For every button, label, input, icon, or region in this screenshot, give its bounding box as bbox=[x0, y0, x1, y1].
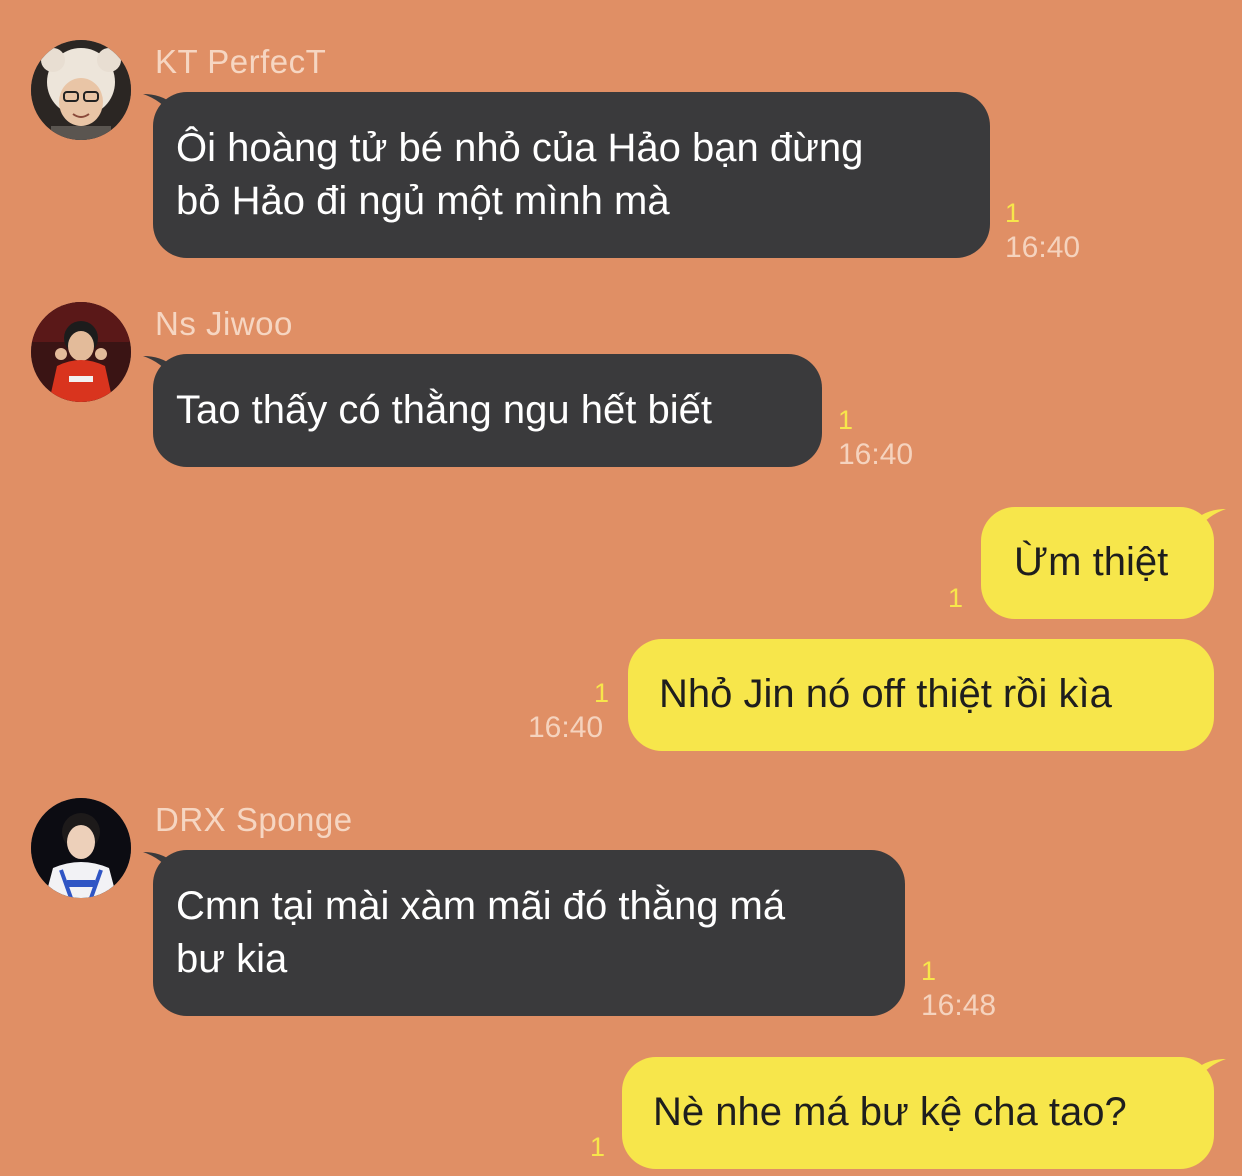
unread-count: 1 bbox=[948, 583, 964, 613]
unread-count: 1 bbox=[594, 678, 610, 708]
message-bubble[interactable]: Ôi hoàng tử bé nhỏ của Hảo bạn đừng bỏ H… bbox=[153, 92, 990, 258]
message-text-line: Ừm thiệt bbox=[1014, 540, 1169, 584]
message-bubble[interactable]: Nè nhe má bư kệ cha tao? bbox=[622, 1057, 1214, 1169]
message-text-line: bỏ Hảo đi ngủ một mình mà bbox=[176, 179, 670, 223]
bubble-tail bbox=[1196, 509, 1226, 531]
unread-count: 1 bbox=[921, 956, 937, 986]
bubble-tail bbox=[1196, 1059, 1226, 1081]
message-bubble[interactable]: Cmn tại mài xàm mãi đó thằng má bư kia bbox=[153, 850, 905, 1016]
avatar-ns-jiwoo[interactable] bbox=[31, 302, 131, 402]
message-text-line: Nhỏ Jin nó off thiệt rồi kìa bbox=[659, 672, 1112, 716]
sender-name: DRX Sponge bbox=[155, 801, 353, 838]
message-time: 16:48 bbox=[921, 989, 997, 1022]
message-text-line: Cmn tại mài xàm mãi đó thằng má bbox=[176, 884, 786, 928]
avatar-kt-perfect-icon bbox=[31, 40, 131, 140]
unread-count: 1 bbox=[1005, 198, 1021, 228]
sender-name: Ns Jiwoo bbox=[155, 305, 293, 342]
unread-count: 1 bbox=[590, 1132, 606, 1162]
avatar-ns-jiwoo-icon bbox=[31, 302, 131, 402]
message-time: 16:40 bbox=[838, 438, 914, 471]
sender-name: KT PerfecT bbox=[155, 43, 327, 80]
message-bubble[interactable]: Ừm thiệt bbox=[981, 507, 1214, 619]
message-bubble[interactable]: Tao thấy có thằng ngu hết biết bbox=[153, 354, 822, 467]
avatar-kt-perfect[interactable] bbox=[31, 40, 131, 140]
message-text-line: Tao thấy có thằng ngu hết biết bbox=[176, 388, 712, 432]
message-bubble[interactable]: Nhỏ Jin nó off thiệt rồi kìa bbox=[628, 639, 1214, 751]
avatar-drx-sponge-icon bbox=[31, 798, 131, 898]
message-text-line: Nè nhe má bư kệ cha tao? bbox=[653, 1090, 1127, 1134]
message-text-line: bư kia bbox=[176, 937, 288, 981]
message-text-line: Ôi hoàng tử bé nhỏ của Hảo bạn đừng bbox=[176, 126, 864, 170]
message-time: 16:40 bbox=[528, 711, 604, 744]
unread-count: 1 bbox=[838, 405, 854, 435]
avatar-drx-sponge[interactable] bbox=[31, 798, 131, 898]
message-time: 16:40 bbox=[1005, 231, 1081, 264]
